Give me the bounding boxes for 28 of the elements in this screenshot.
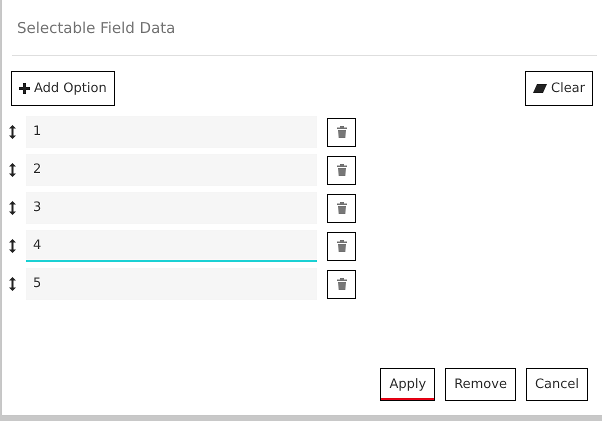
- plus-icon: [19, 83, 30, 94]
- option-field[interactable]: 1: [26, 116, 317, 148]
- option-field[interactable]: 5: [26, 268, 317, 300]
- drag-handle-icon[interactable]: [9, 239, 16, 253]
- drag-handle-icon[interactable]: [9, 125, 16, 139]
- dialog-button[interactable]: Apply: [380, 368, 436, 401]
- option-field[interactable]: 2: [26, 154, 317, 186]
- drag-handle-icon[interactable]: [9, 201, 16, 215]
- trash-icon: [336, 240, 346, 252]
- drag-handle-icon[interactable]: [9, 277, 16, 291]
- dialog-button[interactable]: Cancel: [526, 368, 588, 401]
- dialog-button[interactable]: Remove: [445, 368, 516, 401]
- add-option-button[interactable]: Add Option: [11, 71, 115, 106]
- clear-button[interactable]: Clear: [525, 71, 593, 106]
- trash-icon: [336, 126, 346, 138]
- eraser-icon: [533, 84, 547, 93]
- trash-icon: [336, 164, 346, 176]
- trash-icon: [336, 202, 346, 214]
- option-field[interactable]: 4: [26, 230, 317, 262]
- dialog-title: Selectable Field Data: [16, 18, 176, 36]
- option-field[interactable]: 3: [26, 192, 317, 224]
- drag-handle-icon[interactable]: [9, 163, 16, 177]
- delete-button[interactable]: [327, 270, 356, 298]
- delete-button[interactable]: [327, 232, 356, 260]
- delete-button[interactable]: [327, 118, 356, 146]
- delete-button[interactable]: [327, 194, 356, 222]
- trash-icon: [336, 278, 346, 290]
- delete-button[interactable]: [327, 156, 356, 184]
